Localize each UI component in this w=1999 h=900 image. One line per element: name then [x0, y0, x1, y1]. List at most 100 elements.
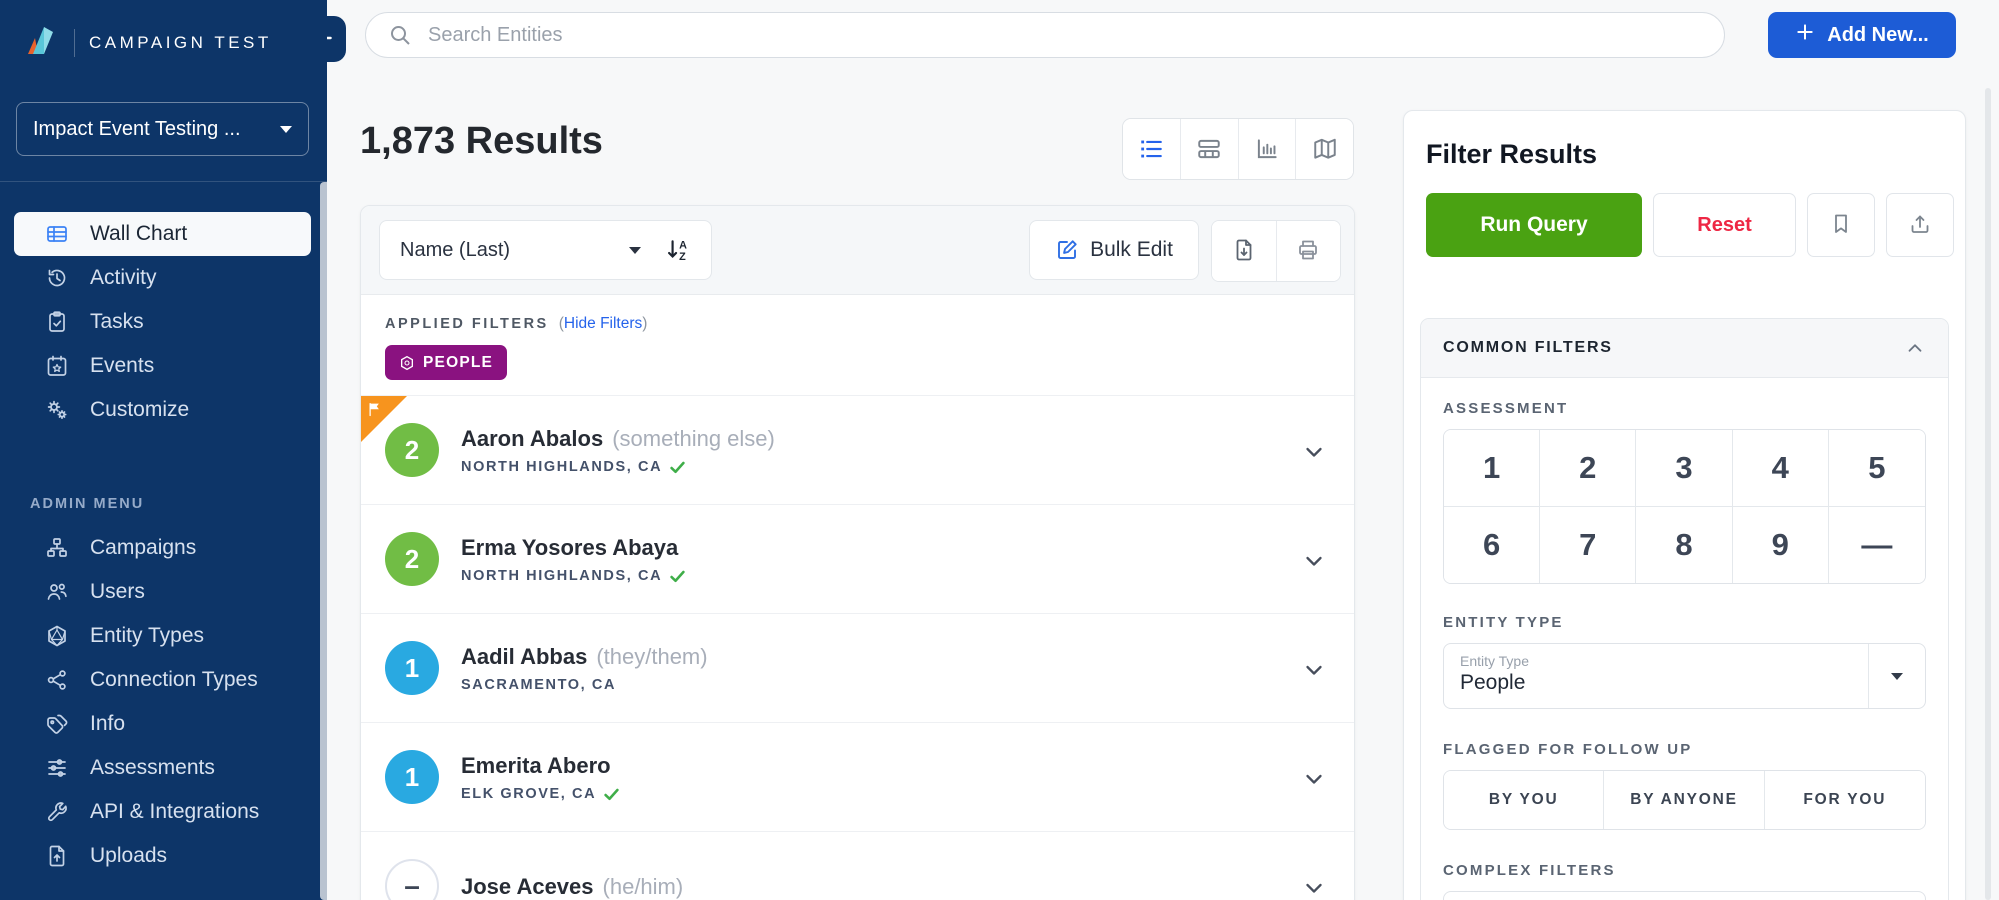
view-toggle-group — [1122, 118, 1354, 180]
expand-row-chevron-icon[interactable] — [1302, 767, 1326, 791]
print-results-button[interactable] — [1277, 221, 1341, 281]
sidebar-item-customize[interactable]: Customize — [14, 388, 311, 432]
common-filters-body: ASSESSMENT 123456789— ENTITY TYPE Entity… — [1421, 378, 1948, 900]
flagged-option-by-you[interactable]: BY YOU — [1444, 771, 1604, 829]
sort-az-icon[interactable]: A Z — [665, 237, 691, 263]
entity-location: SACRAMENTO, CA — [461, 677, 708, 693]
wrench-icon — [44, 800, 70, 824]
admin-menu-heading: ADMIN MENU — [30, 496, 327, 512]
expand-row-chevron-icon[interactable] — [1302, 549, 1326, 573]
tags-icon — [44, 712, 70, 736]
sidebar-item-tasks[interactable]: Tasks — [14, 300, 311, 344]
svg-text:Z: Z — [679, 251, 686, 263]
users-icon — [44, 580, 70, 604]
sidebar-item-label: Wall Chart — [90, 222, 187, 246]
search-input[interactable] — [426, 23, 1702, 48]
sidebar-item-api-integrations[interactable]: API & Integrations — [14, 790, 311, 834]
sort-field-label: Name (Last) — [400, 239, 629, 262]
entity-score-badge: – — [385, 859, 439, 900]
sidebar-item-events[interactable]: Events — [14, 344, 311, 388]
list-item[interactable]: 1Emerita AberoELK GROVE, CA — [361, 722, 1354, 831]
add-new-button[interactable]: Add New... — [1768, 12, 1956, 58]
flagged-option-for-you[interactable]: FOR YOU — [1765, 771, 1925, 829]
list-item[interactable]: 2Erma Yosores AbayaNORTH HIGHLANDS, CA — [361, 504, 1354, 613]
complex-filters-field[interactable] — [1443, 891, 1926, 900]
results-list: 2Aaron Abalos(something else)NORTH HIGHL… — [361, 395, 1354, 900]
entity-location: NORTH HIGHLANDS, CA — [461, 568, 685, 584]
save-bookmark-button[interactable] — [1807, 193, 1875, 257]
sidebar-item-campaigns[interactable]: Campaigns — [14, 526, 311, 570]
sidebar-scrollbar[interactable] — [320, 182, 327, 900]
app-window: CAMPAIGN TEST Impact Event Testing ... W… — [0, 0, 1999, 900]
panel-scrollbar[interactable] — [1985, 88, 1991, 900]
list-item[interactable]: –Jose Aceves(he/him) — [361, 831, 1354, 900]
common-filters-header[interactable]: COMMON FILTERS — [1421, 319, 1948, 378]
flagged-option-by-anyone[interactable]: BY ANYONE — [1604, 771, 1764, 829]
expand-row-chevron-icon[interactable] — [1302, 440, 1326, 464]
sidebar-item-label: Activity — [90, 266, 157, 290]
check-icon — [604, 788, 619, 801]
list-item[interactable]: 1Aadil Abbas(they/them)SACRAMENTO, CA — [361, 613, 1354, 722]
assessment-button-4[interactable]: 4 — [1733, 430, 1829, 507]
assessment-button-2[interactable]: 2 — [1540, 430, 1636, 507]
assessment-button-8[interactable]: 8 — [1636, 507, 1732, 583]
sidebar-admin-menu: CampaignsUsers Entity Types Connection Typ… — [0, 526, 327, 878]
sidebar-item-entity-types[interactable]: Entity Types — [14, 614, 311, 658]
share-query-button[interactable] — [1886, 193, 1954, 257]
sitemap-icon — [44, 536, 70, 560]
sidebar-item-assessments[interactable]: Assessments — [14, 746, 311, 790]
sort-field-select[interactable]: Name (Last) A Z — [379, 220, 712, 280]
calendar-star-icon — [44, 354, 70, 378]
entity-type-dropdown-cell[interactable] — [1868, 644, 1925, 708]
sidebar-item-uploads[interactable]: Uploads — [14, 834, 311, 878]
list-item[interactable]: 2Aaron Abalos(something else)NORTH HIGHL… — [361, 395, 1354, 504]
history-icon — [44, 266, 70, 290]
sidebar-item-users[interactable]: Users — [14, 570, 311, 614]
workspace-selector[interactable]: Impact Event Testing ... — [16, 102, 309, 156]
view-toggle-card-view[interactable] — [1181, 119, 1239, 179]
assessment-button-1[interactable]: 1 — [1444, 430, 1540, 507]
gears-icon — [44, 398, 70, 422]
applied-filter-chip[interactable]: PEOPLE — [385, 345, 507, 380]
assessment-button-5[interactable]: 5 — [1829, 430, 1925, 507]
sidebar-item-activity[interactable]: Activity — [14, 256, 311, 300]
polyhedron-icon — [44, 624, 70, 648]
assessment-button-6[interactable]: 6 — [1444, 507, 1540, 583]
assessment-button-—[interactable]: — — [1829, 507, 1925, 583]
logo-row: CAMPAIGN TEST — [0, 0, 327, 66]
sidebar-item-wall-chart[interactable]: Wall Chart — [14, 212, 311, 256]
hide-filters-link[interactable]: Hide Filters — [564, 315, 642, 332]
reset-filters-button[interactable]: Reset — [1653, 193, 1796, 257]
entity-pronouns: (something else) — [612, 426, 775, 451]
run-query-button[interactable]: Run Query — [1426, 193, 1642, 257]
entity-text: Aadil Abbas(they/them)SACRAMENTO, CA — [461, 643, 708, 693]
download-results-button[interactable] — [1212, 221, 1277, 281]
sidebar-main-menu: Wall Chart Activity TasksEventsCustomize — [0, 212, 327, 432]
entity-type-select[interactable]: Entity Type People — [1443, 643, 1926, 709]
entity-location-text: NORTH HIGHLANDS, CA — [461, 459, 662, 475]
chip-label: PEOPLE — [423, 354, 493, 372]
assessment-button-9[interactable]: 9 — [1733, 507, 1829, 583]
logo-divider — [74, 29, 75, 57]
sidebar-item-connection-types[interactable]: Connection Types — [14, 658, 311, 702]
assessment-button-3[interactable]: 3 — [1636, 430, 1732, 507]
filter-panel: Filter Results Run Query Reset — [1403, 110, 1966, 900]
entity-location-text: ELK GROVE, CA — [461, 786, 596, 802]
entity-type-field-label: Entity Type — [1460, 653, 1852, 669]
expand-row-chevron-icon[interactable] — [1302, 876, 1326, 900]
chevron-down-icon — [629, 247, 641, 254]
assessment-button-7[interactable]: 7 — [1540, 507, 1636, 583]
bulk-edit-button[interactable]: Bulk Edit — [1029, 220, 1199, 280]
view-toggle-map-view[interactable] — [1296, 119, 1353, 179]
sidebar-item-info[interactable]: Info — [14, 702, 311, 746]
entity-type-value: People — [1460, 671, 1852, 695]
sidebar: CAMPAIGN TEST Impact Event Testing ... W… — [0, 0, 327, 900]
entity-text: Aaron Abalos(something else)NORTH HIGHLA… — [461, 425, 775, 475]
view-toggle-chart-view[interactable] — [1239, 119, 1297, 179]
view-toggle-list-view[interactable] — [1123, 119, 1181, 179]
chip-polyhedron-icon — [399, 355, 415, 371]
entity-location-text: NORTH HIGHLANDS, CA — [461, 568, 662, 584]
expand-row-chevron-icon[interactable] — [1302, 658, 1326, 682]
sidebar-item-label: Entity Types — [90, 624, 204, 648]
entity-pronouns: (he/him) — [603, 874, 684, 899]
